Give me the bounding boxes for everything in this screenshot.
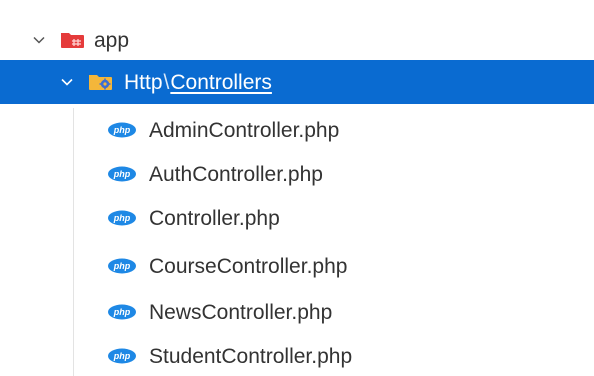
- tree-item-app[interactable]: app: [0, 18, 594, 62]
- svg-text:php: php: [113, 307, 131, 317]
- file-label: NewsController.php: [149, 300, 333, 324]
- php-icon: php: [107, 166, 137, 182]
- chevron-down-icon[interactable]: [58, 73, 76, 91]
- file-label: AdminController.php: [149, 118, 340, 142]
- tree-item-http-controllers[interactable]: Http \ Controllers: [0, 60, 594, 104]
- php-icon: php: [107, 122, 137, 138]
- tree-item-label-controllers[interactable]: Controllers: [170, 72, 272, 93]
- svg-text:php: php: [113, 213, 131, 223]
- tree-item-label-http: Http: [124, 70, 163, 94]
- file-item[interactable]: php Controller.php: [0, 196, 594, 240]
- folder-app-icon: [60, 30, 86, 50]
- chevron-down-icon[interactable]: [30, 31, 48, 49]
- php-icon: php: [107, 304, 137, 320]
- file-item[interactable]: php CourseController.php: [0, 244, 594, 288]
- file-label: AuthController.php: [149, 162, 323, 186]
- svg-text:php: php: [113, 261, 131, 271]
- file-item[interactable]: php StudentController.php: [0, 334, 594, 376]
- php-icon: php: [107, 348, 137, 364]
- folder-gear-icon: [88, 72, 114, 92]
- file-label: StudentController.php: [149, 344, 353, 368]
- svg-text:php: php: [113, 351, 131, 361]
- php-icon: php: [107, 210, 137, 226]
- file-label: CourseController.php: [149, 254, 348, 278]
- file-item[interactable]: php NewsController.php: [0, 290, 594, 334]
- svg-text:php: php: [113, 125, 131, 135]
- php-icon: php: [107, 258, 137, 274]
- file-item[interactable]: php AdminController.php: [0, 108, 594, 152]
- path-separator: \: [163, 70, 170, 94]
- file-item[interactable]: php AuthController.php: [0, 152, 594, 196]
- file-label: Controller.php: [149, 206, 280, 230]
- tree-item-label: app: [94, 28, 130, 52]
- file-explorer: app Http \ Controllers php AdminControll…: [0, 0, 594, 376]
- svg-text:php: php: [113, 169, 131, 179]
